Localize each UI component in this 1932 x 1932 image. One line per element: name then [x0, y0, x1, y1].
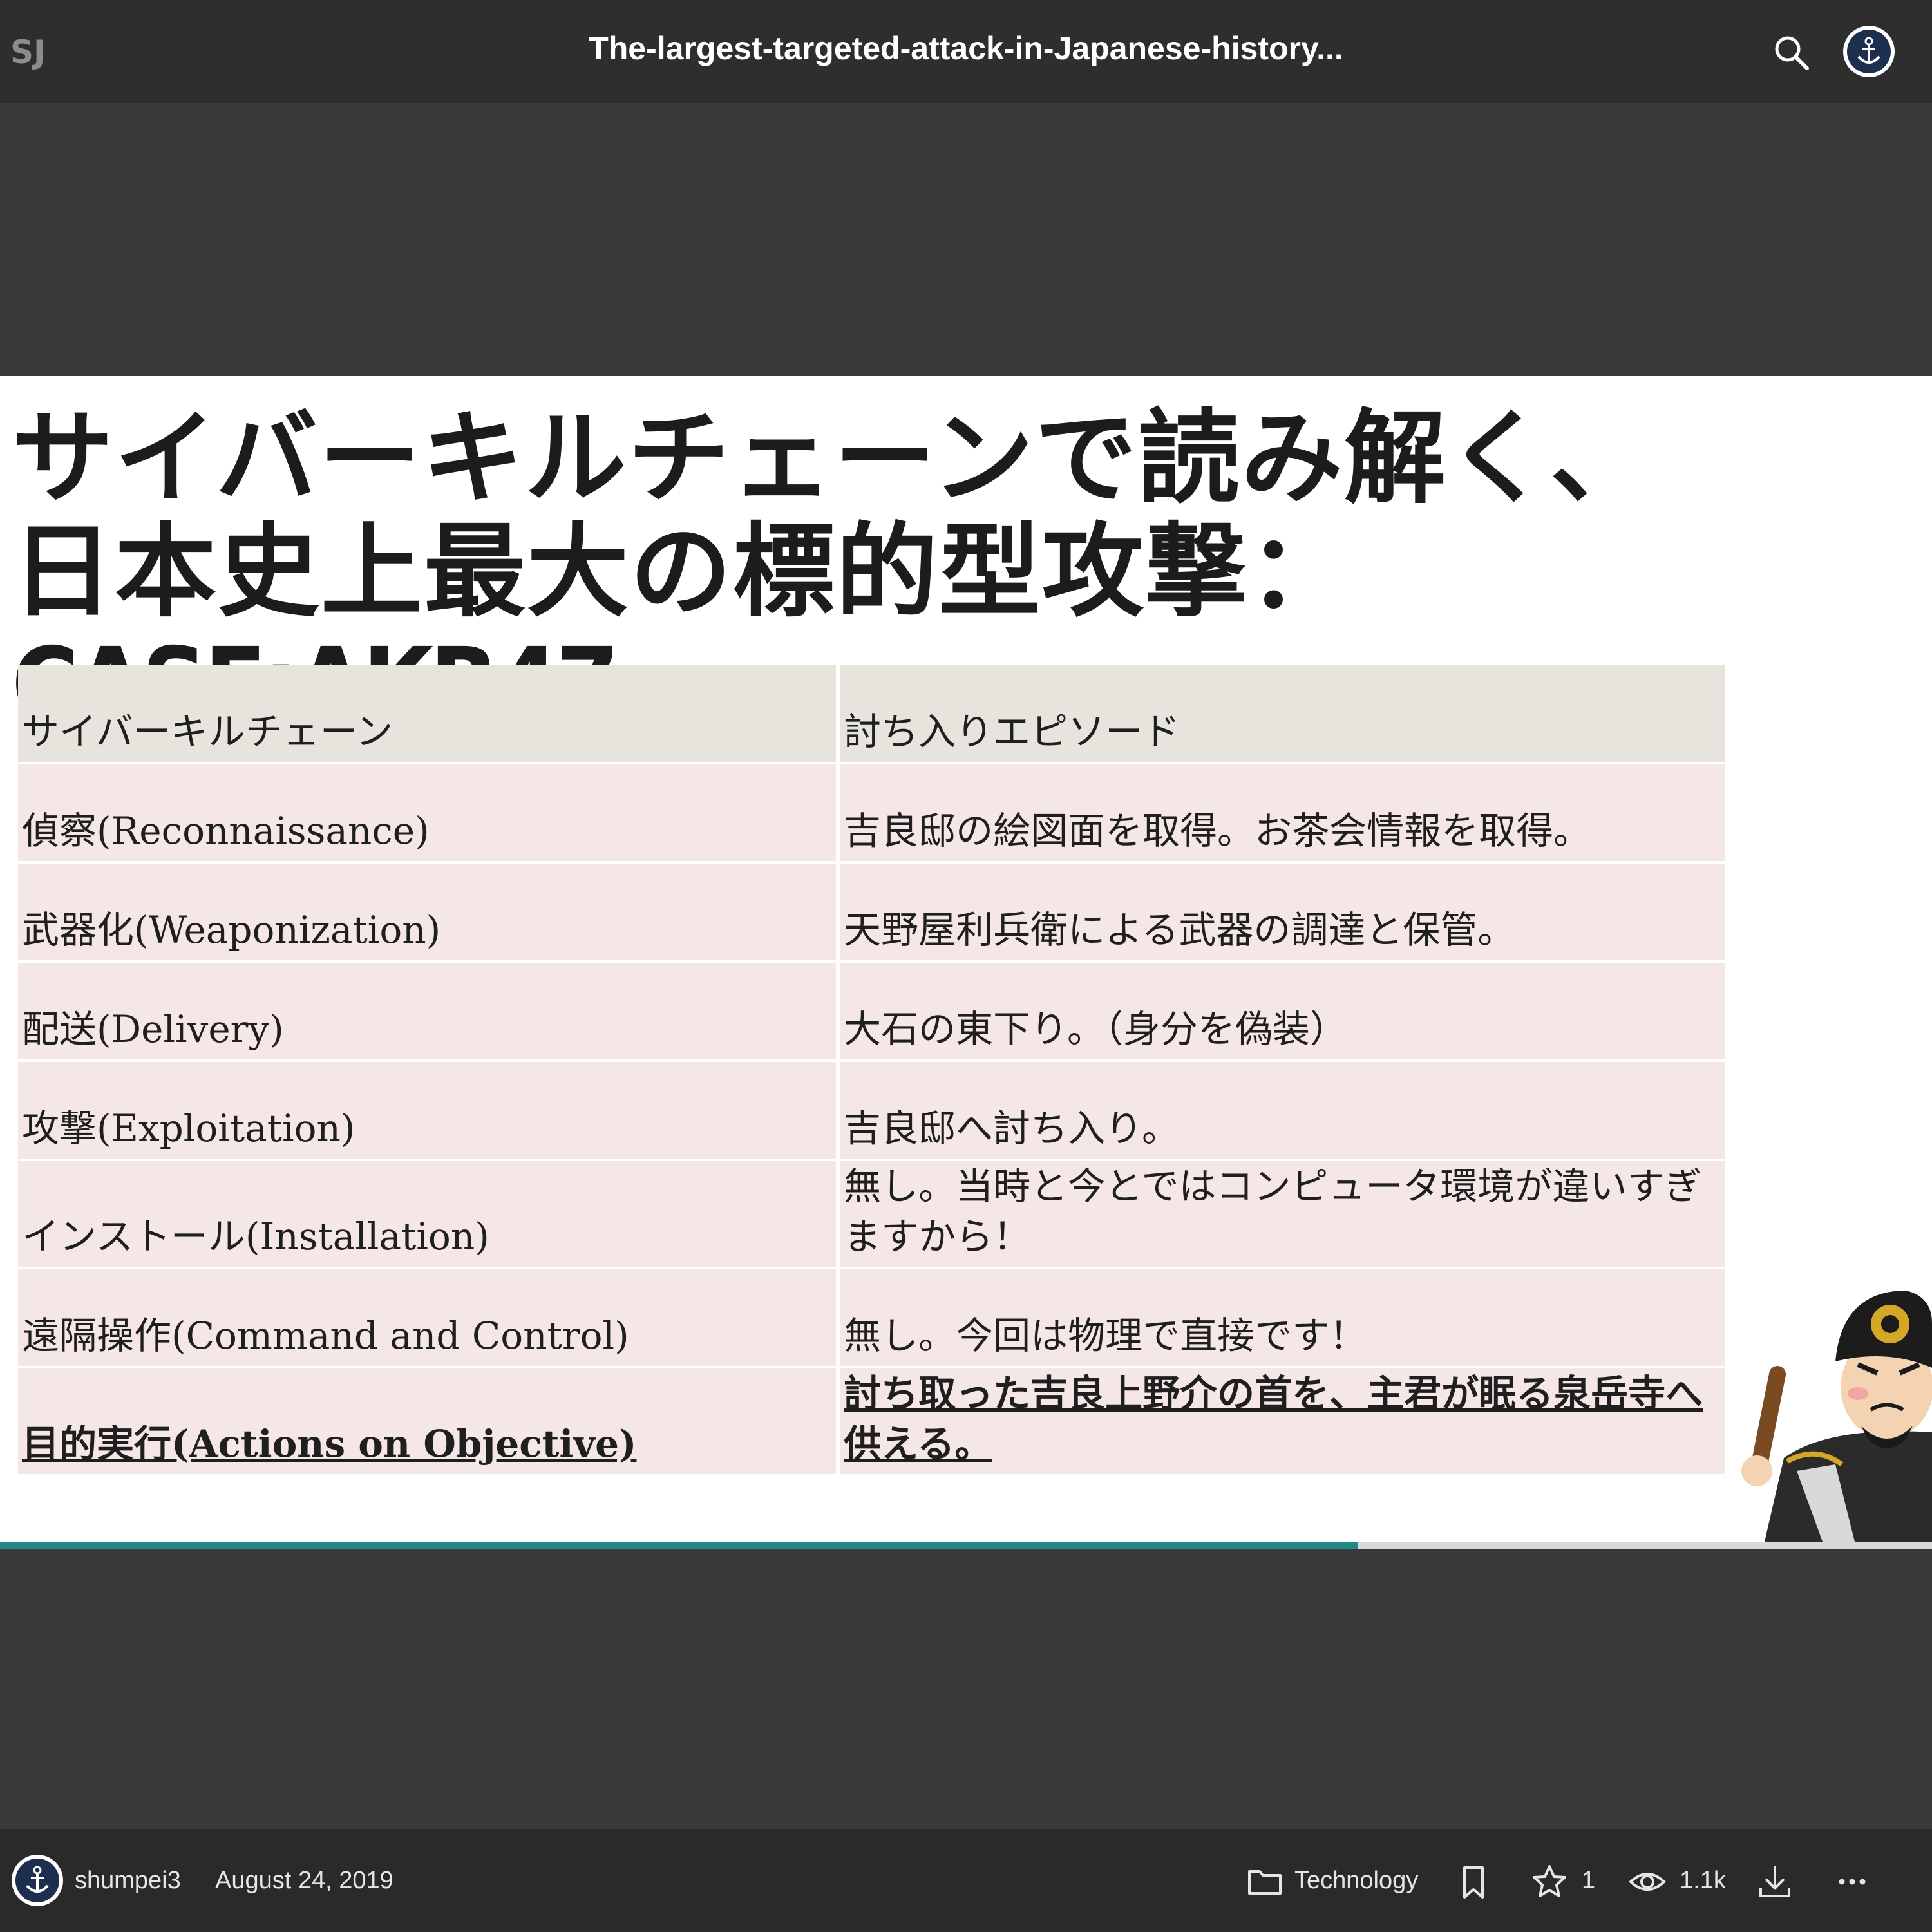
table-cell-episode: 吉良邸の絵図面を取得。お茶会情報を取得。 [840, 764, 1725, 861]
kill-chain-table: サイバーキルチェーン 討ち入りエピソード 偵察(Reconnaissance) … [14, 663, 1728, 1477]
category-link[interactable]: Technology [1294, 1829, 1418, 1932]
folder-icon[interactable] [1245, 1862, 1284, 1901]
slide-title-line1: サイバーキルチェーンで読み解く、 [12, 399, 1653, 518]
table-cell-phase: 目的実行(Actions on Objective) [18, 1368, 837, 1474]
viewer-background-top [0, 103, 1932, 376]
table-row: 武器化(Weaponization) 天野屋利兵衛による武器の調達と保管。 [18, 864, 1725, 960]
table-cell-phase: 偵察(Reconnaissance) [18, 764, 837, 861]
table-header-cell: 討ち入りエピソード [840, 665, 1725, 762]
table-cell-episode: 大石の東下り。（身分を偽装） [840, 963, 1725, 1059]
table-cell-episode: 無し。当時と今とではコンピュータ環境が違いすぎますから！ [840, 1161, 1725, 1267]
more-icon[interactable] [1833, 1862, 1871, 1901]
table-header-cell: サイバーキルチェーン [18, 665, 837, 762]
viewer-background-bottom [0, 1549, 1932, 1829]
table-cell-episode: 討ち取った吉良上野介の首を、主君が眠る泉岳寺へ供える。 [840, 1368, 1725, 1474]
bottom-bar: shumpei3 August 24, 2019 Technology 1 1.… [0, 1829, 1932, 1932]
table-header-row: サイバーキルチェーン 討ち入りエピソード [18, 665, 1725, 762]
table-cell-phase: 攻撃(Exploitation) [18, 1062, 837, 1159]
eye-icon [1629, 1873, 1666, 1891]
document-title: The-largest-targeted-attack-in-Japanese-… [589, 30, 1343, 66]
table-cell-phase: 武器化(Weaponization) [18, 864, 837, 960]
author-link[interactable]: shumpei3 [75, 1829, 181, 1932]
table-cell-episode: 吉良邸へ討ち入り。 [840, 1062, 1725, 1159]
author-avatar[interactable] [10, 1853, 64, 1908]
samurai-illustration [1741, 1291, 1932, 1542]
user-avatar[interactable] [1842, 24, 1896, 79]
table-row: 目的実行(Actions on Objective) 討ち取った吉良上野介の首を… [18, 1368, 1725, 1474]
search-icon[interactable] [1771, 32, 1812, 73]
star-icon[interactable] [1530, 1862, 1569, 1901]
top-bar: SJ The-largest-targeted-attack-in-Japane… [0, 0, 1932, 103]
bookmark-icon[interactable] [1454, 1862, 1493, 1901]
slide-progress-bar[interactable] [0, 1542, 1932, 1549]
table-row: インストール(Installation) 無し。当時と今とではコンピュータ環境が… [18, 1161, 1725, 1267]
publish-date: August 24, 2019 [215, 1867, 393, 1894]
slide: サイバーキルチェーンで読み解く、 日本史上最大の標的型攻撃：CASE:AKR47… [0, 376, 1932, 1542]
table-cell-episode: 天野屋利兵衛による武器の調達と保管。 [840, 864, 1725, 960]
table-cell-phase: 配送(Delivery) [18, 963, 837, 1059]
table-cell-phase: インストール(Installation) [18, 1161, 837, 1267]
star-count: 1 [1582, 1867, 1596, 1894]
view-count: 1.1k [1680, 1867, 1726, 1894]
table-cell-phase: 遠隔操作(Command and Control) [18, 1269, 837, 1366]
table-row: 攻撃(Exploitation) 吉良邸へ討ち入り。 [18, 1062, 1725, 1159]
table-row: 配送(Delivery) 大石の東下り。（身分を偽装） [18, 963, 1725, 1059]
slide-progress-fill [0, 1542, 1358, 1549]
table-cell-episode: 無し。今回は物理で直接です！ [840, 1269, 1725, 1366]
download-icon[interactable] [1756, 1862, 1794, 1901]
table-row: 遠隔操作(Command and Control) 無し。今回は物理で直接です！ [18, 1269, 1725, 1366]
table-row: 偵察(Reconnaissance) 吉良邸の絵図面を取得。お茶会情報を取得。 [18, 764, 1725, 861]
